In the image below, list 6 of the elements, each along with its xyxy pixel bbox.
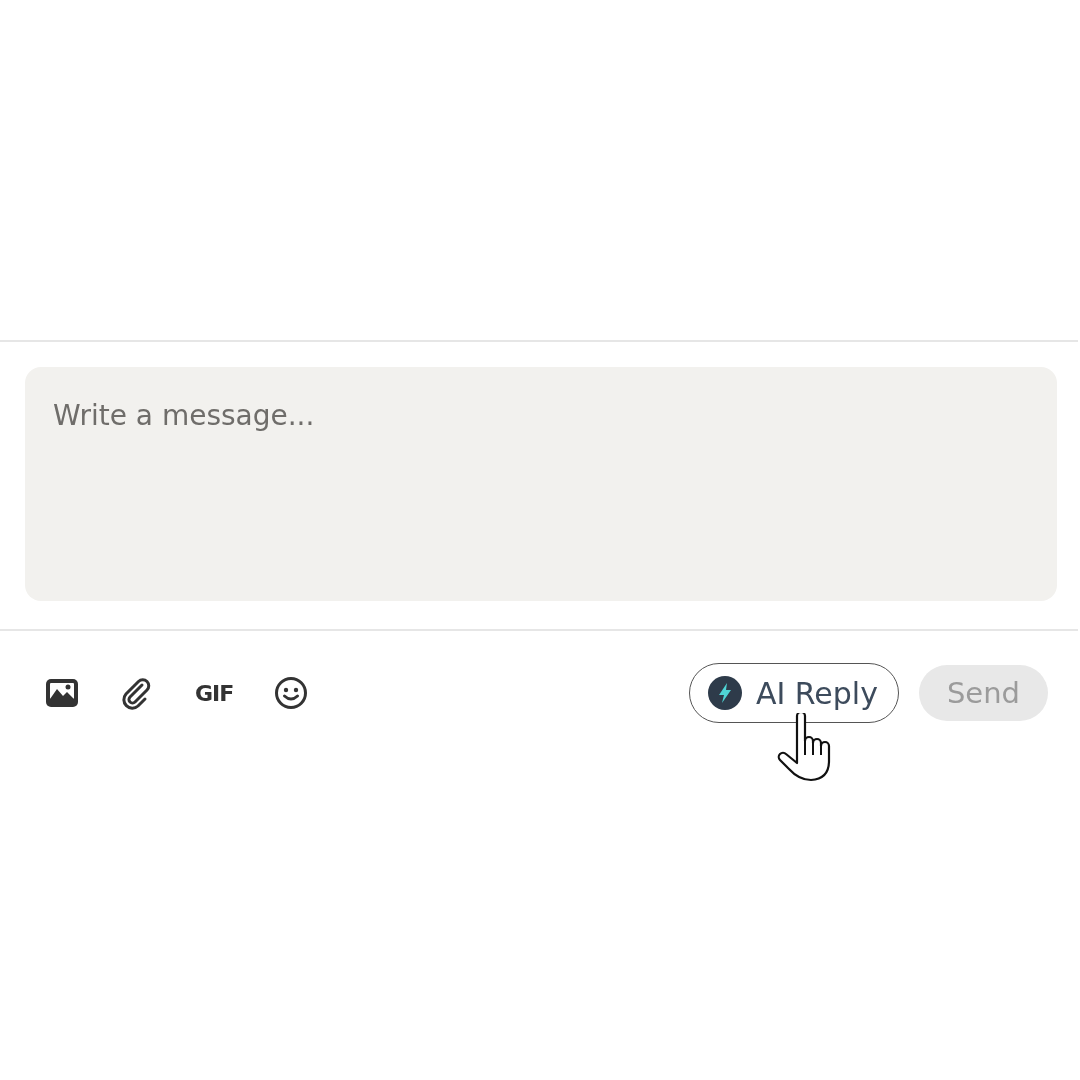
message-field[interactable]: Write a message... — [25, 367, 1057, 601]
lightning-icon — [707, 676, 742, 710]
image-icon[interactable] — [45, 678, 79, 708]
gif-button[interactable]: GIF — [195, 680, 234, 706]
ai-reply-button[interactable]: AI Reply — [688, 663, 899, 723]
smiley-icon[interactable] — [274, 676, 309, 710]
